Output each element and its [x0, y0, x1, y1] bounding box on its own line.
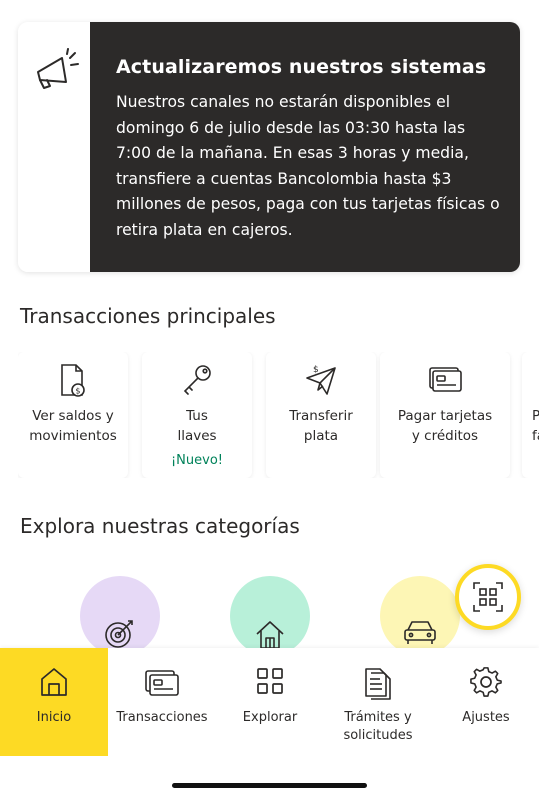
banner-text: Nuestros canales no estarán disponibles … [116, 93, 500, 239]
maintenance-banner[interactable]: Actualizaremos nuestros sistemas Nuestro… [18, 22, 520, 272]
qr-code-icon [473, 582, 503, 612]
tx-label-line1: P [532, 408, 539, 424]
tx-label-line1: Ver saldos y [32, 408, 114, 424]
house-icon [256, 621, 284, 649]
category-housing[interactable] [230, 576, 310, 656]
tx-label-line2: plata [303, 428, 339, 444]
home-icon [41, 668, 67, 696]
gear-icon [470, 667, 502, 697]
banner-title: Actualizaremos nuestros sistemas [116, 56, 487, 78]
tx-label: Pagar tarjetas y créditos [380, 406, 510, 446]
banner-icon-box [18, 22, 90, 272]
nav-label-line2: solicitudes [343, 728, 413, 743]
tx-label-line1: Tus [186, 408, 208, 424]
category-goals[interactable] [80, 576, 160, 656]
nav-procedures[interactable]: Trámites y solicitudes [324, 648, 432, 756]
tx-label-line2: llaves [177, 428, 217, 444]
nav-explore[interactable]: Explorar [216, 648, 324, 756]
qr-scan-button[interactable] [455, 564, 521, 630]
tx-label: Tus llaves [142, 406, 252, 446]
tx-card-keys[interactable]: Tus llaves ¡Nuevo! [142, 352, 252, 478]
transactions-carousel[interactable]: $ Ver saldos y movimientos Tus llaves ¡N… [18, 352, 539, 478]
categories-section-title: Explora nuestras categorías [20, 514, 300, 538]
nav-label: Transacciones [116, 710, 208, 725]
tx-label-line1: Pagar tarjetas [397, 408, 493, 424]
home-indicator [172, 783, 367, 788]
car-icon [404, 621, 436, 644]
tx-label-line2: y créditos [411, 428, 479, 444]
documents-icon [365, 668, 391, 700]
nav-label-line1: Trámites y [344, 710, 412, 725]
credit-card-icon [429, 367, 462, 392]
megaphone-icon [37, 48, 79, 89]
tx-label: P fa [522, 406, 539, 446]
tx-card-pay-cards[interactable]: Pagar tarjetas y créditos [380, 352, 510, 478]
tx-label-line1: Transferir [289, 408, 353, 424]
svg-text:$: $ [313, 365, 319, 375]
nav-label: Inicio [36, 710, 72, 725]
nav-label: Explorar [242, 710, 298, 725]
category-vehicle[interactable] [380, 576, 460, 656]
transactions-section-title: Transacciones principales [20, 304, 276, 328]
tx-card-balances[interactable]: $ Ver saldos y movimientos [18, 352, 128, 478]
grid-icon [257, 668, 283, 694]
target-icon [105, 620, 133, 648]
new-badge: ¡Nuevo! [170, 453, 224, 468]
tx-label: Ver saldos y movimientos [18, 406, 128, 446]
nav-label: Ajustes [462, 710, 510, 725]
balance-document-icon: $ [61, 364, 85, 397]
nav-settings[interactable]: Ajustes [432, 648, 539, 756]
tx-label-line2: fa [532, 428, 539, 444]
tx-label-line2: movimientos [29, 428, 117, 444]
tx-card-transfer[interactable]: $ Transferir plata [266, 352, 376, 478]
key-icon [183, 365, 211, 395]
nav-transactions[interactable]: Transacciones [108, 648, 216, 756]
svg-text:$: $ [75, 387, 80, 396]
bottom-navigation: Inicio Transacciones Explorar Trámites y [0, 648, 539, 800]
transactions-icon [145, 670, 179, 696]
banner-content: Actualizaremos nuestros sistemas Nuestro… [90, 22, 520, 272]
tx-card-partial[interactable]: P fa [522, 352, 539, 478]
tx-label: Transferir plata [266, 406, 376, 446]
transfer-plane-icon: $ [306, 365, 336, 395]
nav-home[interactable]: Inicio [0, 648, 108, 756]
nav-label: Trámites y solicitudes [324, 709, 432, 745]
